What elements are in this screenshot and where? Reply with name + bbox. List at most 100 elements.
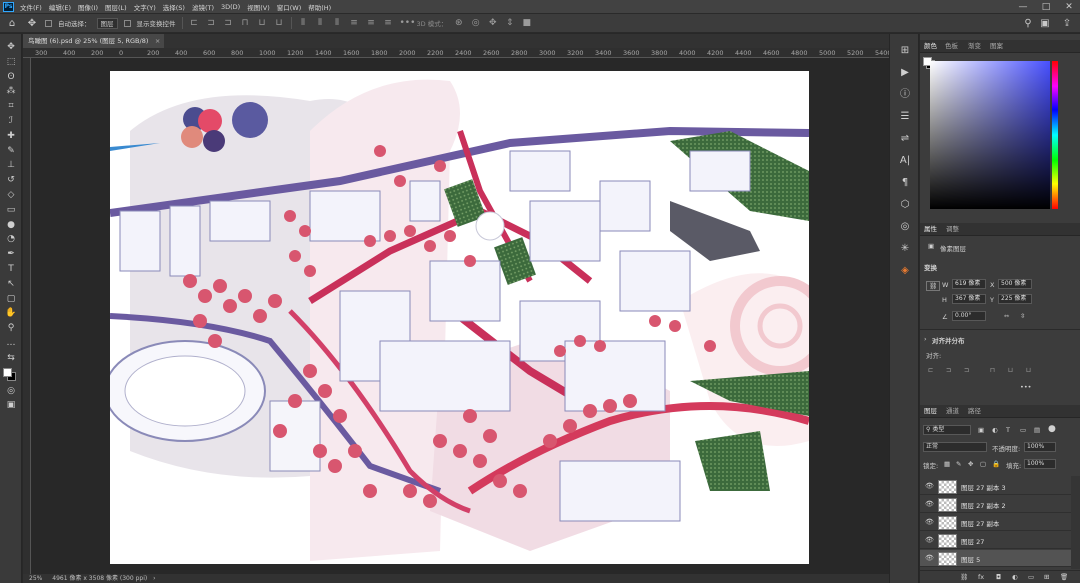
search-icon[interactable]: ⚲: [1021, 18, 1035, 29]
mask-icon[interactable]: ◘: [996, 573, 1001, 581]
stamp-icon[interactable]: ⊥: [0, 158, 22, 173]
quickmask-icon[interactable]: ◎: [0, 384, 22, 399]
opacity-field[interactable]: 100%: [1024, 442, 1056, 452]
character-icon[interactable]: A|: [890, 150, 920, 172]
layer-row[interactable]: 👁 图层 27 副本 2: [920, 496, 1071, 513]
menu-edit[interactable]: 编辑(E): [49, 2, 71, 12]
brush-settings-icon[interactable]: ✳: [890, 238, 920, 260]
collapse-icon[interactable]: ›: [924, 335, 927, 343]
height-field[interactable]: 367 像素: [952, 294, 986, 304]
swap-colors-icon[interactable]: ⇆: [0, 351, 22, 366]
group-icon[interactable]: ▭: [1028, 573, 1034, 581]
foreground-color-swatch[interactable]: [3, 367, 12, 377]
menu-3d[interactable]: 3D(D): [221, 3, 240, 11]
visibility-eye-icon[interactable]: 👁: [925, 500, 934, 508]
blur-icon[interactable]: ●: [0, 218, 22, 233]
layer-row[interactable]: 👁 图层 27 副本 3: [920, 478, 1071, 495]
hand-icon[interactable]: ✋: [0, 306, 22, 321]
panel-align-bottom-icon[interactable]: ⊔: [1026, 366, 1031, 374]
minimize-button[interactable]: —: [1012, 0, 1034, 14]
workspace-icon[interactable]: ▣: [1038, 18, 1052, 29]
maximize-button[interactable]: □: [1035, 0, 1057, 14]
pen-icon[interactable]: ✒: [0, 247, 22, 262]
distribute-3-icon[interactable]: ⫴: [332, 18, 343, 28]
visibility-eye-icon[interactable]: 👁: [925, 482, 934, 490]
menu-image[interactable]: 图像(I): [78, 2, 98, 12]
lasso-icon[interactable]: ʘ: [0, 70, 22, 85]
link-wh-icon[interactable]: ⛓: [926, 281, 941, 291]
close-window-button[interactable]: ✕: [1058, 0, 1080, 14]
more-options-icon[interactable]: •••: [400, 18, 416, 28]
layers-scrollbar[interactable]: [1071, 476, 1080, 569]
paragraph-icon[interactable]: ¶: [890, 172, 920, 194]
marquee-icon[interactable]: ⬚: [0, 55, 22, 70]
tab-paths[interactable]: 路径: [968, 405, 981, 418]
path-select-icon[interactable]: ↖: [0, 277, 22, 292]
panel-align-middle-icon[interactable]: ⊔: [1008, 366, 1013, 374]
menu-help[interactable]: 帮助(H): [308, 2, 331, 12]
lock-artboard-icon[interactable]: ▢: [980, 460, 986, 468]
filter-type-icon[interactable]: T: [1006, 426, 1010, 434]
auto-select-checkbox[interactable]: [45, 19, 52, 27]
x-field[interactable]: 500 像素: [998, 279, 1032, 289]
layer-row[interactable]: 👁 图层 27 副本: [920, 514, 1071, 531]
layer-row[interactable]: 👁 图层 27: [920, 532, 1071, 549]
visibility-eye-icon[interactable]: 👁: [925, 518, 934, 526]
panel-align-center-icon[interactable]: ⊐: [946, 366, 951, 374]
more-tools-icon[interactable]: …: [0, 336, 22, 351]
type-icon[interactable]: T: [0, 262, 22, 277]
clone-source-icon[interactable]: ◎: [890, 216, 920, 238]
filter-smart-icon[interactable]: ▤: [1034, 426, 1040, 434]
tab-patterns[interactable]: 图案: [990, 40, 1003, 53]
status-arrow-icon[interactable]: ›: [153, 575, 155, 582]
3d-slide-icon[interactable]: ⇕: [504, 18, 515, 28]
angle-field[interactable]: 0.00°: [952, 311, 986, 321]
filter-pixel-icon[interactable]: ▣: [978, 426, 984, 434]
document-tab[interactable]: 鸟瞰图 (6).psd @ 25% (图层 5, RGB/8) ×: [23, 34, 165, 48]
3d-orbit-icon[interactable]: ⊛: [453, 18, 464, 28]
rectangle-icon[interactable]: ▢: [0, 292, 22, 307]
adjust-icon[interactable]: ⇌: [890, 128, 920, 150]
align-hcenter-icon[interactable]: ⊐: [206, 18, 217, 28]
lock-pixels-icon[interactable]: ✎: [956, 460, 961, 468]
menu-window[interactable]: 窗口(W): [277, 2, 302, 12]
eyedropper-icon[interactable]: ℐ: [0, 114, 22, 129]
zoom-icon[interactable]: ⚲: [0, 321, 22, 336]
new-layer-icon[interactable]: ⊞: [1044, 573, 1049, 581]
panel-align-right-icon[interactable]: ⊐: [964, 366, 969, 374]
move-icon[interactable]: ✥: [0, 40, 22, 55]
crop-icon[interactable]: ⌗: [0, 99, 22, 114]
play-icon[interactable]: ▶: [890, 62, 920, 84]
menu-view[interactable]: 视图(V): [247, 2, 270, 12]
layer-filter-dropdown[interactable]: ⚲ 类型: [923, 425, 971, 435]
panel-align-top-icon[interactable]: ⊓: [990, 366, 995, 374]
y-field[interactable]: 225 像素: [998, 294, 1032, 304]
filter-adjust-icon[interactable]: ◐: [992, 426, 998, 434]
move-tool-icon[interactable]: ✥: [25, 18, 39, 29]
swatch-icon[interactable]: ◈: [890, 260, 920, 282]
gradient-icon[interactable]: ▭: [0, 203, 22, 218]
distribute-2-icon[interactable]: ⫴: [315, 18, 326, 28]
info-icon[interactable]: ⓘ: [890, 84, 920, 106]
link-icon[interactable]: ⛓: [960, 573, 968, 581]
3d-icon[interactable]: ⬡: [890, 194, 920, 216]
menu-select[interactable]: 选择(S): [163, 2, 185, 12]
visibility-eye-icon[interactable]: 👁: [925, 554, 934, 562]
blend-mode-dropdown[interactable]: 正常: [923, 442, 987, 452]
menu-file[interactable]: 文件(F): [20, 2, 42, 12]
color-picker-field[interactable]: [930, 61, 1050, 209]
distribute-5-icon[interactable]: ≡: [366, 18, 377, 28]
align-top-icon[interactable]: ⊓: [240, 18, 251, 28]
fx-icon[interactable]: fx: [978, 573, 984, 581]
menu-layer[interactable]: 图层(L): [105, 2, 127, 12]
fill-field[interactable]: 100%: [1024, 459, 1056, 469]
trash-icon[interactable]: 🗑: [1060, 573, 1068, 581]
auto-select-target-dropdown[interactable]: 图层: [96, 17, 118, 29]
align-left-icon[interactable]: ⊏: [189, 18, 200, 28]
arrange-icon[interactable]: ⊞: [890, 40, 920, 62]
distribute-1-icon[interactable]: ⫴: [298, 18, 309, 28]
3d-pan-icon[interactable]: ✥: [487, 18, 498, 28]
document-canvas[interactable]: [110, 71, 809, 564]
tab-properties[interactable]: 属性: [924, 223, 937, 236]
tab-layers[interactable]: 图层: [924, 405, 937, 418]
